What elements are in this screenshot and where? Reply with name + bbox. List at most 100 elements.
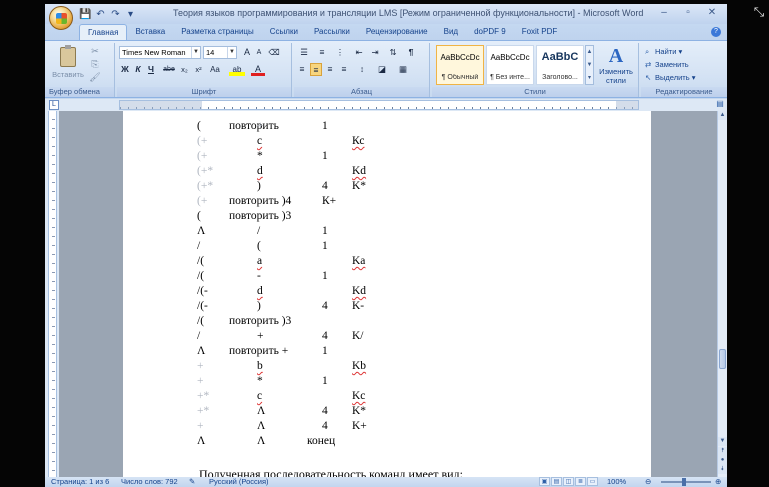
language-indicator[interactable]: Русский (Россия): [209, 477, 269, 487]
document-page[interactable]: (повторить +1 (+ с Кс (+ * 1 (+* d Kd (+*) 4 K* (+ повт…: [123, 111, 651, 477]
change-styles-button[interactable]: A Изменить стили: [598, 45, 634, 85]
align-center-icon[interactable]: ≡: [310, 63, 322, 76]
shading-icon[interactable]: ◪: [374, 63, 390, 76]
tab-5[interactable]: Рецензирование: [358, 24, 436, 40]
table-cell: /: [197, 240, 201, 252]
scroll-down-icon[interactable]: ▼: [718, 437, 727, 446]
table-cell: ): [257, 300, 261, 312]
table-cell: Кс: [352, 135, 365, 147]
grow-font-button[interactable]: A: [241, 46, 253, 59]
increase-indent-icon[interactable]: ⇥: [368, 46, 382, 59]
style-no-spacing[interactable]: AaBbCcDc ¶ Без инте...: [486, 45, 534, 85]
style-heading[interactable]: AaBbC Заголово...: [536, 45, 584, 85]
italic-button[interactable]: К: [132, 63, 144, 76]
undo-icon[interactable]: ↶: [94, 8, 107, 21]
font-size-select[interactable]: 14 ▼: [203, 46, 237, 59]
copy-icon[interactable]: ⎘: [89, 59, 101, 70]
redo-icon[interactable]: ↷: [109, 8, 122, 21]
scroll-up-icon[interactable]: ▲: [718, 111, 727, 120]
decrease-indent-icon[interactable]: ⇤: [352, 46, 366, 59]
tab-6[interactable]: Вид: [436, 24, 466, 40]
styles-scroll[interactable]: ▲ ▼ ▾: [585, 45, 594, 85]
tab-3[interactable]: Ссылки: [262, 24, 306, 40]
title-bar: 💾 ↶ ↷ ▾ Теория языков программирования и…: [45, 4, 727, 24]
zoom-slider[interactable]: [661, 481, 711, 483]
subscript-button[interactable]: x₂: [178, 63, 191, 76]
tab-1[interactable]: Вставка: [127, 24, 173, 40]
shrink-font-button[interactable]: A: [253, 46, 265, 59]
view-ruler-icon[interactable]: ▤: [715, 99, 725, 110]
align-left-icon[interactable]: ≡: [296, 63, 308, 76]
word-counter[interactable]: Число слов: 792: [121, 477, 178, 487]
exit-fullscreen-icon[interactable]: ⤡: [751, 4, 767, 20]
paragraph-group-label: Абзац: [294, 87, 429, 97]
vertical-scrollbar[interactable]: ▲ ▼ ⯭ ● ⯯: [717, 111, 727, 477]
zoom-slider-knob[interactable]: [682, 478, 686, 486]
tab-2[interactable]: Разметка страницы: [173, 24, 262, 40]
minimize-button[interactable]: ‒: [653, 5, 675, 21]
align-right-icon[interactable]: ≡: [324, 63, 336, 76]
chevron-down-icon: ▼: [227, 47, 236, 58]
justify-icon[interactable]: ≡: [338, 63, 350, 76]
page-counter[interactable]: Страница: 1 из 6: [51, 477, 109, 487]
print-layout-icon[interactable]: ▣: [539, 477, 550, 486]
superscript-button[interactable]: x²: [192, 63, 205, 76]
web-layout-icon[interactable]: ◫: [563, 477, 574, 486]
maximize-button[interactable]: ▫: [677, 5, 699, 21]
cut-icon[interactable]: ✂: [89, 46, 101, 57]
scroll-thumb[interactable]: [719, 349, 726, 369]
line-spacing-icon[interactable]: ↕: [354, 63, 370, 76]
numbering-icon[interactable]: ≡: [314, 46, 330, 59]
next-page-icon[interactable]: ⯯: [718, 465, 727, 474]
spellcheck-icon[interactable]: ✎: [189, 477, 195, 487]
change-case-button[interactable]: Aa: [207, 63, 223, 76]
tab-4[interactable]: Рассылки: [306, 24, 358, 40]
table-cell: Λ: [257, 420, 266, 432]
highlight-button[interactable]: ab: [229, 63, 245, 76]
tab-8[interactable]: Foxit PDF: [514, 24, 566, 40]
tab-0[interactable]: Главная: [79, 24, 128, 40]
bullets-icon[interactable]: ☰: [296, 46, 312, 59]
select-button[interactable]: ↖ Выделить ▾: [645, 72, 695, 83]
bold-button[interactable]: Ж: [119, 63, 131, 76]
multilevel-list-icon[interactable]: ⋮: [332, 46, 348, 59]
show-marks-button[interactable]: ¶: [404, 46, 418, 59]
borders-icon[interactable]: ▦: [394, 63, 412, 76]
browse-object-icon[interactable]: ●: [718, 456, 727, 465]
format-painter-icon[interactable]: 🖌: [89, 72, 101, 83]
replace-button[interactable]: ⇄ Заменить: [645, 59, 689, 70]
strikethrough-button[interactable]: abe: [161, 63, 177, 76]
table-cell: конец: [307, 435, 336, 447]
clear-format-button[interactable]: ⌫: [267, 46, 281, 59]
paste-button[interactable]: Вставить: [51, 45, 85, 85]
underline-button[interactable]: Ч: [145, 63, 157, 76]
table-cell: Λ: [197, 435, 206, 447]
office-button[interactable]: [49, 6, 73, 30]
tab-selector[interactable]: L: [49, 100, 59, 110]
style-sample: AaBbCcDc: [440, 53, 480, 62]
draft-icon[interactable]: ▭: [587, 477, 598, 486]
sort-icon[interactable]: ⇅: [386, 46, 400, 59]
help-icon[interactable]: ?: [711, 27, 721, 37]
zoom-in-icon[interactable]: ⊕: [715, 477, 721, 487]
vertical-ruler: [45, 111, 59, 477]
font-family-select[interactable]: Times New Roman ▼: [119, 46, 201, 59]
find-button[interactable]: ⌕ Найти ▾: [645, 46, 682, 57]
tab-7[interactable]: doPDF 9: [466, 24, 514, 40]
table-cell: Kb: [352, 360, 367, 372]
outline-icon[interactable]: ≣: [575, 477, 586, 486]
quick-styles-gallery: AaBbCcDc ¶ Обычный AaBbCcDc ¶ Без инте..…: [436, 45, 584, 85]
table-cell: +: [257, 330, 264, 342]
close-button[interactable]: ✕: [701, 5, 723, 21]
zoom-out-icon[interactable]: ⊖: [645, 477, 651, 487]
customize-qat-icon[interactable]: ▾: [124, 8, 137, 21]
save-icon[interactable]: 💾: [79, 8, 92, 21]
full-screen-reading-icon[interactable]: ▤: [551, 477, 562, 486]
replace-label: Заменить: [655, 60, 689, 69]
font-color-button[interactable]: A: [251, 63, 265, 76]
horizontal-ruler[interactable]: [119, 100, 639, 110]
zoom-level[interactable]: 100%: [607, 477, 626, 487]
style-normal[interactable]: AaBbCcDc ¶ Обычный: [436, 45, 484, 85]
prev-page-icon[interactable]: ⯭: [718, 447, 727, 456]
style-name: ¶ Обычный: [441, 74, 479, 81]
